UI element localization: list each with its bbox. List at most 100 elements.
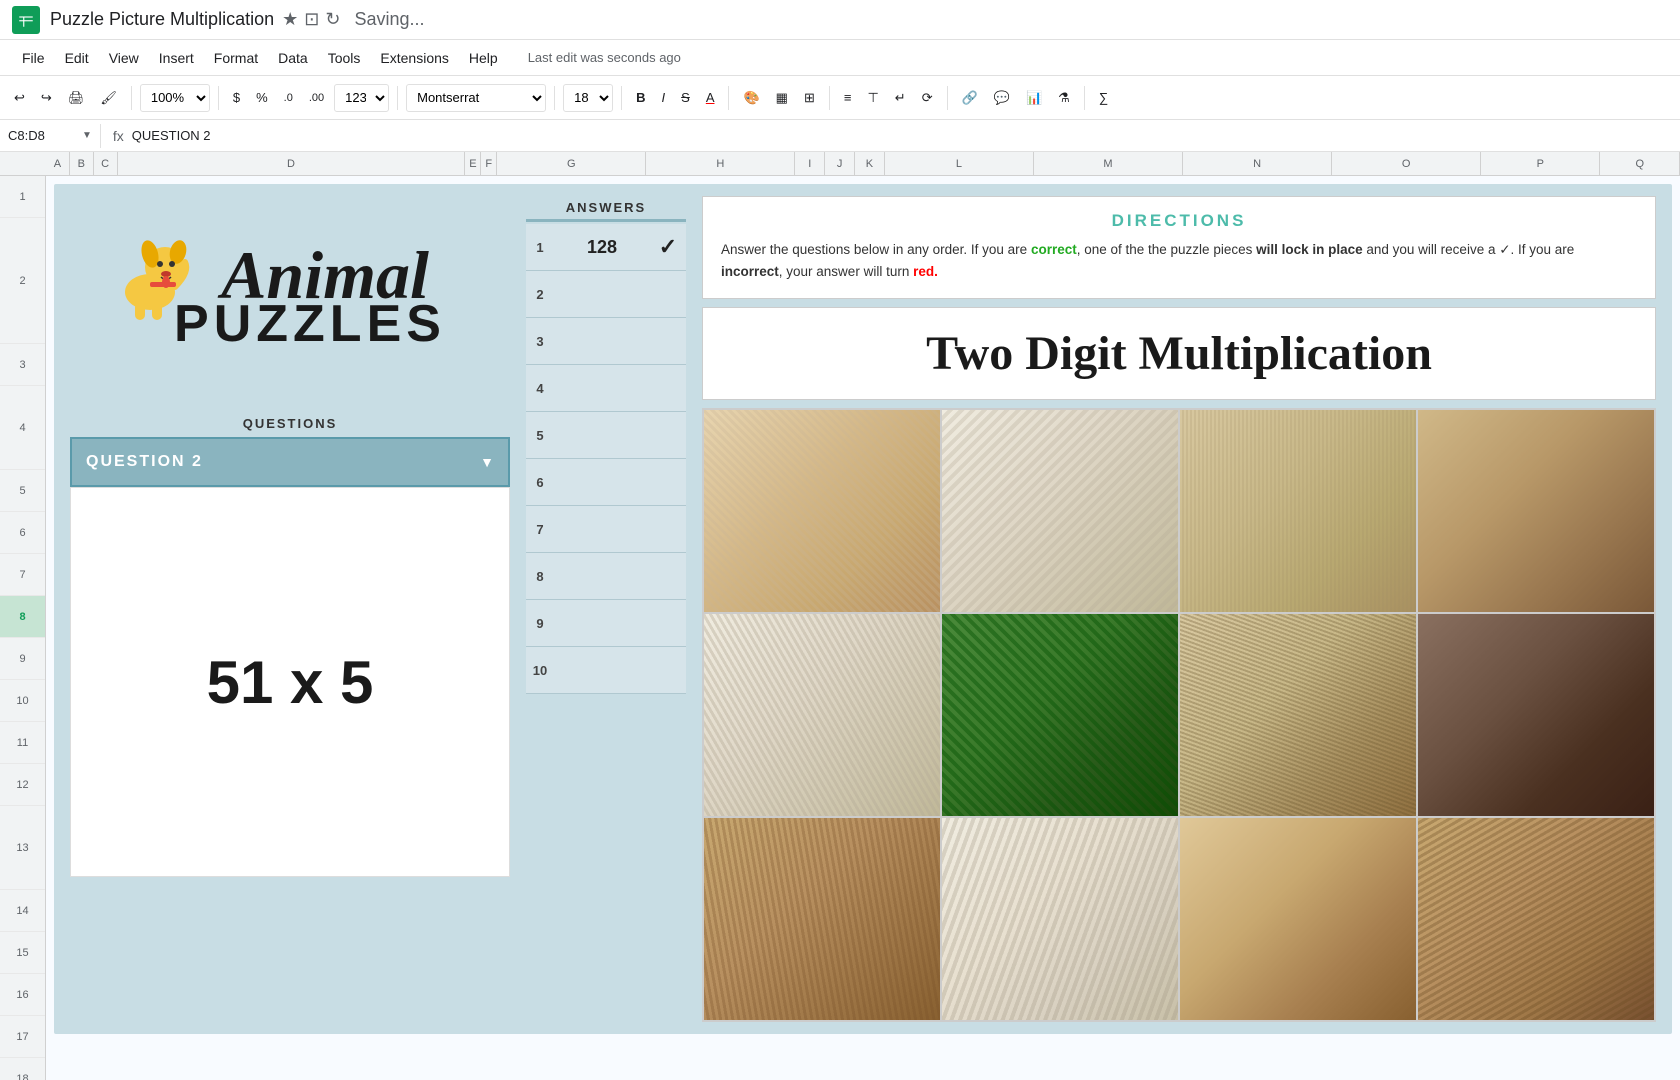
answer-row-4[interactable]: 4 [526,365,686,412]
row-numbers: 1 2 3 4 5 6 7 8 9 10 11 12 13 14 15 16 1… [0,176,46,1080]
col-c[interactable]: C [94,152,118,175]
row-1[interactable]: 1 [0,176,45,218]
menu-help[interactable]: Help [459,46,508,70]
row-14[interactable]: 14 [0,890,45,932]
col-n[interactable]: N [1183,152,1332,175]
comment-button[interactable]: 💬 [988,86,1016,110]
cell-ref-arrow: ▼ [82,130,92,141]
doc-title: Puzzle Picture Multiplication [50,9,274,30]
puzzle-cell-10 [942,818,1178,1020]
menu-tools[interactable]: Tools [318,46,371,70]
col-o[interactable]: O [1332,152,1481,175]
col-k[interactable]: K [855,152,885,175]
row-10[interactable]: 10 [0,680,45,722]
puzzle-cell-3 [1180,410,1416,612]
col-j[interactable]: J [825,152,855,175]
valign-button[interactable]: ⊤ [861,86,884,110]
redo-button[interactable]: ↪ [35,86,58,110]
col-h[interactable]: H [646,152,795,175]
decimal2-button[interactable]: .00 [303,88,330,108]
row-7[interactable]: 7 [0,554,45,596]
currency-button[interactable]: $ [227,86,246,109]
puzzle-cell-5 [704,614,940,816]
column-headers: A B C D E F G H I J K L M N O P Q [0,152,1680,176]
col-f[interactable]: F [481,152,497,175]
answer-row-6[interactable]: 6 [526,459,686,506]
row-17[interactable]: 17 [0,1016,45,1058]
textwrap-button[interactable]: ↵ [889,86,912,110]
chart-button[interactable]: 📊 [1020,86,1048,110]
function-button[interactable]: ∑ [1093,86,1114,109]
strikethrough-button[interactable]: S [675,86,696,109]
italic-button[interactable]: I [656,86,672,109]
menu-view[interactable]: View [99,46,149,70]
print-button[interactable]: 🖨 [62,86,91,110]
percent-button[interactable]: % [250,86,274,109]
row-4[interactable]: 4 [0,386,45,470]
row-18[interactable]: 18 [0,1058,45,1080]
merge-button[interactable]: ⊞ [798,86,821,110]
row-3[interactable]: 3 [0,344,45,386]
present-icon[interactable]: ⊡ [304,9,319,30]
answer-row-5[interactable]: 5 [526,412,686,459]
col-b[interactable]: B [70,152,94,175]
align-button[interactable]: ≡ [838,86,858,109]
dropdown-arrow: ▼ [480,454,494,470]
col-m[interactable]: M [1034,152,1183,175]
row-12[interactable]: 12 [0,764,45,806]
separator-1 [131,86,132,110]
filter-button[interactable]: ⚗ [1052,86,1076,110]
menu-extensions[interactable]: Extensions [370,46,458,70]
col-d[interactable]: D [118,152,466,175]
separator-8 [947,86,948,110]
row-15[interactable]: 15 [0,932,45,974]
number-format-select[interactable]: 123 [334,84,389,112]
sheet-area: A B C D E F G H I J K L M N O P Q 1 2 3 … [0,152,1680,1080]
col-a[interactable]: A [46,152,70,175]
col-q[interactable]: Q [1600,152,1680,175]
puzzle-cell-7 [1180,614,1416,816]
link-button[interactable]: 🔗 [956,86,984,110]
menu-format[interactable]: Format [204,46,268,70]
col-e[interactable]: E [465,152,481,175]
formula-content: QUESTION 2 [132,128,211,143]
undo-button[interactable]: ↩ [8,86,31,110]
menu-file[interactable]: File [12,46,55,70]
answer-row-3[interactable]: 3 [526,318,686,365]
text-color-button[interactable]: A [700,86,721,109]
answer-row-2[interactable]: 2 [526,271,686,318]
toolbar: ↩ ↪ 🖨 🖌 100% $ % .0 .00 123 Montserrat 1… [0,76,1680,120]
row-2[interactable]: 2 [0,218,45,344]
row-5[interactable]: 5 [0,470,45,512]
answer-row-10[interactable]: 10 [526,647,686,694]
decimal1-button[interactable]: .0 [278,88,299,108]
menu-edit[interactable]: Edit [55,46,99,70]
answer-row-8[interactable]: 8 [526,553,686,600]
col-g[interactable]: G [497,152,646,175]
answer-row-7[interactable]: 7 [526,506,686,553]
row-6[interactable]: 6 [0,512,45,554]
row-8[interactable]: 8 [0,596,45,638]
col-p[interactable]: P [1481,152,1600,175]
borders-button[interactable]: ▦ [770,86,794,110]
question-dropdown[interactable]: QUESTION 2 ▼ [70,437,510,487]
menu-insert[interactable]: Insert [149,46,204,70]
menu-data[interactable]: Data [268,46,318,70]
col-l[interactable]: L [885,152,1034,175]
font-size-select[interactable]: 18 [563,84,613,112]
star-icon[interactable]: ★ [282,9,298,30]
row-11[interactable]: 11 [0,722,45,764]
format-paint-button[interactable]: 🖌 [94,86,123,110]
row-16[interactable]: 16 [0,974,45,1016]
sync-icon[interactable]: ↻ [325,9,340,30]
fill-color-button[interactable]: 🎨 [737,86,765,110]
answer-row-9[interactable]: 9 [526,600,686,647]
zoom-select[interactable]: 100% [140,84,210,112]
col-i[interactable]: I [795,152,825,175]
answer-row-1[interactable]: 1 128 ✓ [526,224,686,271]
row-13[interactable]: 13 [0,806,45,890]
font-family-select[interactable]: Montserrat [406,84,546,112]
rotate-button[interactable]: ⟳ [916,86,939,110]
bold-button[interactable]: B [630,86,651,109]
row-9[interactable]: 9 [0,638,45,680]
